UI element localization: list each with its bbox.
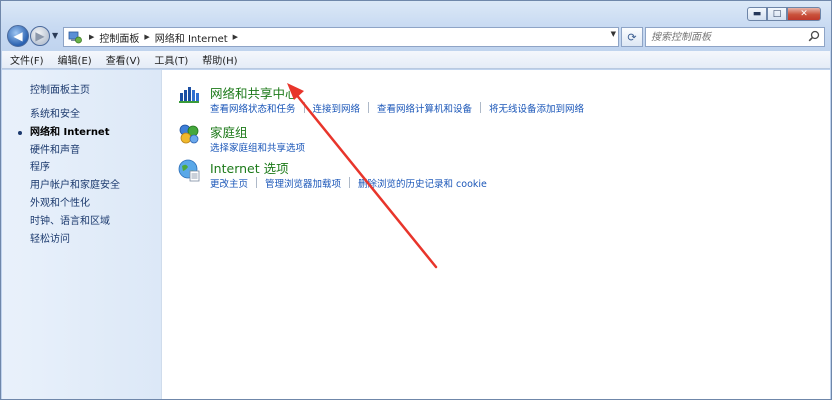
connect-to-network-link[interactable]: 连接到网络 bbox=[313, 101, 361, 115]
address-dropdown-icon[interactable]: ▼ bbox=[611, 30, 616, 38]
maximize-button[interactable]: □ bbox=[767, 7, 787, 21]
recent-pages-dropdown-icon[interactable]: ▼ bbox=[52, 31, 58, 40]
breadcrumb-network-internet[interactable]: 网络和 Internet bbox=[155, 30, 228, 45]
link-divider bbox=[256, 177, 258, 188]
menu-tools[interactable]: 工具(T) bbox=[154, 52, 188, 67]
content-area: 控制面板主页 系统和安全 网络和 Internet 硬件和声音 程序 用户帐户和… bbox=[2, 70, 830, 399]
homegroup-icon[interactable] bbox=[177, 122, 201, 146]
sidebar-item-programs[interactable]: 程序 bbox=[30, 159, 120, 177]
menu-help[interactable]: 帮助(H) bbox=[202, 52, 237, 67]
internet-options-icon[interactable] bbox=[177, 158, 201, 182]
link-divider bbox=[480, 102, 482, 113]
address-bar[interactable]: ▶ 控制面板 ▶ 网络和 Internet ▶ ▼ bbox=[63, 27, 619, 47]
delete-history-link[interactable]: 删除浏览的历史记录和 cookie bbox=[358, 176, 487, 190]
manage-addons-link[interactable]: 管理浏览器加载项 bbox=[265, 176, 341, 190]
breadcrumb-separator-icon[interactable]: ▶ bbox=[89, 33, 94, 41]
search-input[interactable] bbox=[651, 29, 807, 45]
internet-options-title-link[interactable]: Internet 选项 bbox=[210, 158, 289, 177]
homegroup-title-link[interactable]: 家庭组 bbox=[210, 122, 248, 141]
breadcrumb-control-panel[interactable]: 控制面板 bbox=[99, 30, 139, 45]
link-divider bbox=[349, 177, 351, 188]
sidebar-item-appearance[interactable]: 外观和个性化 bbox=[30, 195, 120, 213]
sidebar-item-ease-of-access[interactable]: 轻松访问 bbox=[30, 231, 120, 249]
network-sharing-links: 查看网络状态和任务 连接到网络 查看网络计算机和设备 将无线设备添加到网络 bbox=[210, 101, 584, 115]
sidebar-item-user-accounts[interactable]: 用户帐户和家庭安全 bbox=[30, 177, 120, 195]
menu-file[interactable]: 文件(F) bbox=[10, 52, 44, 67]
sidebar-item-system-security[interactable]: 系统和安全 bbox=[30, 106, 120, 124]
caption-buttons: ▬ □ ✕ bbox=[747, 7, 821, 21]
menu-view[interactable]: 查看(V) bbox=[106, 52, 141, 67]
sidebar-item-clock-language[interactable]: 时钟、语言和区域 bbox=[30, 213, 120, 231]
sidebar-list: 系统和安全 网络和 Internet 硬件和声音 程序 用户帐户和家庭安全 外观… bbox=[18, 106, 120, 249]
link-divider bbox=[303, 102, 305, 113]
navigation-bar: ◀ ▶ ▼ ▶ 控制面板 ▶ 网络和 Internet ▶ ▼ ⟳ bbox=[7, 25, 825, 47]
forward-button[interactable]: ▶ bbox=[30, 26, 50, 46]
minimize-button[interactable]: ▬ bbox=[747, 7, 767, 21]
breadcrumb-separator-icon[interactable]: ▶ bbox=[144, 33, 149, 41]
search-box bbox=[645, 27, 825, 47]
control-panel-window: ▬ □ ✕ ◀ ▶ ▼ ▶ 控制面板 ▶ 网络和 Internet ▶ ▼ ⟳ … bbox=[0, 0, 832, 400]
search-icon[interactable] bbox=[808, 30, 820, 45]
menu-bar: 文件(F) 编辑(E) 查看(V) 工具(T) 帮助(H) bbox=[2, 51, 830, 69]
refresh-button[interactable]: ⟳ bbox=[621, 27, 643, 47]
add-wireless-device-link[interactable]: 将无线设备添加到网络 bbox=[489, 101, 584, 115]
sidebar-item-hardware-sound[interactable]: 硬件和声音 bbox=[30, 142, 120, 160]
sidebar-item-network-internet[interactable]: 网络和 Internet bbox=[18, 124, 120, 142]
control-panel-icon bbox=[66, 29, 84, 45]
homegroup-sharing-options-link[interactable]: 选择家庭组和共享选项 bbox=[210, 140, 305, 154]
network-sharing-icon[interactable] bbox=[177, 83, 201, 107]
breadcrumb-separator-icon[interactable]: ▶ bbox=[233, 33, 238, 41]
link-divider bbox=[368, 102, 370, 113]
close-button[interactable]: ✕ bbox=[787, 7, 821, 21]
back-button[interactable]: ◀ bbox=[7, 25, 29, 47]
sidebar-home-link[interactable]: 控制面板主页 bbox=[30, 81, 90, 96]
network-sharing-title-link[interactable]: 网络和共享中心 bbox=[210, 83, 298, 102]
sidebar: 控制面板主页 系统和安全 网络和 Internet 硬件和声音 程序 用户帐户和… bbox=[2, 70, 162, 399]
breadcrumb: 控制面板 ▶ 网络和 Internet ▶ bbox=[99, 30, 243, 45]
change-homepage-link[interactable]: 更改主页 bbox=[210, 176, 248, 190]
internet-options-links: 更改主页 管理浏览器加载项 删除浏览的历史记录和 cookie bbox=[210, 176, 487, 190]
view-network-status-link[interactable]: 查看网络状态和任务 bbox=[210, 101, 296, 115]
menu-edit[interactable]: 编辑(E) bbox=[58, 52, 92, 67]
homegroup-links: 选择家庭组和共享选项 bbox=[210, 140, 305, 154]
view-network-computers-link[interactable]: 查看网络计算机和设备 bbox=[377, 101, 472, 115]
